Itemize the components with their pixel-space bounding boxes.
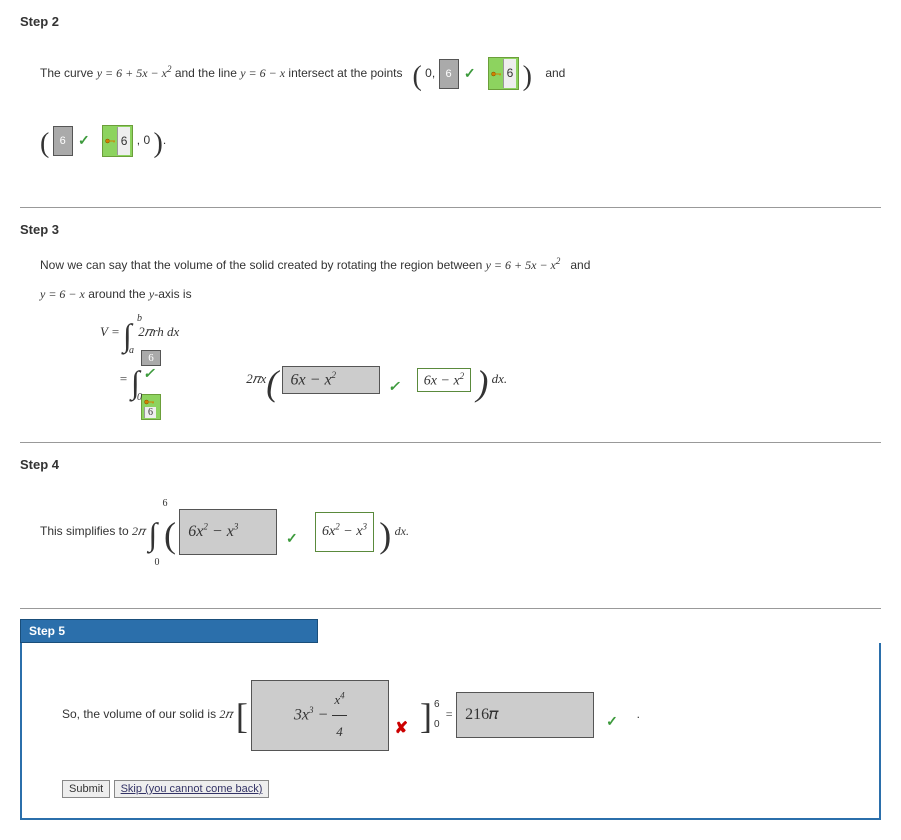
step-2-header: Step 2 [20, 10, 881, 33]
coeff: 2𝜋 [132, 524, 145, 538]
coeff: 2𝜋 [219, 707, 232, 721]
step-2: Step 2 The curve y = 6 + 5x − x2 and the… [20, 10, 881, 197]
paren-open: ( [40, 128, 49, 159]
integrand-input[interactable]: 6x − x2 [282, 366, 380, 393]
step-4-header: Step 4 [20, 453, 881, 476]
equation-line: y = 6 − x [240, 66, 285, 80]
bracket-close: ] [420, 696, 432, 736]
step-3-body: Now we can say that the volume of the so… [20, 251, 881, 309]
V-equals: V = [100, 324, 123, 339]
point1-y-input[interactable]: 6 [439, 59, 459, 89]
equation: y = 6 − x [40, 287, 85, 301]
simplified-answer: 6x2 − x3 [315, 512, 374, 552]
coeff: 2𝜋x [246, 371, 266, 386]
and-text: and [545, 66, 565, 80]
fraction: x44 [332, 684, 346, 747]
key-answer: 6 [488, 57, 520, 90]
key-icon [105, 136, 117, 146]
integrand-answer: 6x − x2 [417, 368, 471, 393]
point2-x-input[interactable]: 6 [53, 126, 73, 156]
text: So, the volume of our solid is [62, 707, 219, 721]
check-icon: ✓ [464, 57, 476, 91]
divider [20, 442, 881, 443]
dx: dx. [492, 371, 508, 386]
text: This simplifies to [40, 524, 132, 538]
integrand: 2𝜋rh dx [138, 324, 179, 339]
text: Now we can say that the volume of the so… [40, 258, 486, 272]
volume-formula-1: V = ∫ba 2𝜋rh dx [20, 317, 881, 354]
key-icon [491, 69, 503, 79]
step-3: Step 3 Now we can say that the volume of… [20, 218, 881, 432]
step-5-box: So, the volume of our solid is 2𝜋 [ 3x3 … [20, 643, 881, 819]
equals: = [442, 707, 456, 721]
key-answer: 6 [102, 125, 134, 158]
volume-formula-2: = ∫ 6 ✓ 6 0 2𝜋x( 6x − x2 ✓ 6x − x2 ) dx. [20, 362, 881, 404]
antiderivative-input[interactable]: 3x3 − x44 [251, 680, 389, 751]
text: intersect at the points [288, 66, 405, 80]
x-icon: ✘ [395, 710, 408, 748]
dx: dx. [395, 524, 409, 538]
upper-limit-input[interactable]: 6 [141, 350, 161, 366]
bracket-open: [ [236, 696, 248, 736]
step-2-body: The curve y = 6 + 5x − x2 and the line y… [20, 43, 881, 177]
integral-icon: ∫ba [123, 317, 132, 354]
paren-open: ( [164, 515, 176, 555]
point1-x: 0, [425, 66, 435, 80]
result-input[interactable]: 216𝜋 [456, 692, 594, 738]
equation: y = 6 + 5x − x2 [486, 258, 561, 272]
text: and [567, 258, 590, 272]
integral-icon: ∫60 [149, 496, 158, 573]
button-row: Submit Skip (you cannot come back) [42, 780, 859, 798]
point2-y: , 0 [137, 133, 150, 147]
check-icon: ✓ [143, 366, 155, 383]
submit-button[interactable]: Submit [62, 780, 110, 798]
paren-close: ) [523, 61, 532, 92]
check-icon: ✓ [606, 705, 618, 739]
paren-close: ) [153, 128, 162, 159]
divider [20, 608, 881, 609]
check-icon: ✓ [286, 522, 298, 556]
paren-open: ( [266, 363, 278, 403]
key-answer: 6 [141, 394, 161, 420]
check-icon: ✓ [388, 379, 400, 396]
text: around the [88, 287, 149, 301]
step-5-body: So, the volume of our solid is 2𝜋 [ 3x3 … [42, 673, 859, 759]
step-5-header: Step 5 [20, 619, 318, 643]
step-5: Step 5 So, the volume of our solid is 2𝜋… [20, 619, 881, 819]
dot: . [637, 707, 640, 721]
step-4: Step 4 This simplifies to 2𝜋 ∫60 ( 6x2 −… [20, 453, 881, 598]
divider [20, 207, 881, 208]
key-icon [144, 397, 156, 407]
paren-close: ) [379, 515, 391, 555]
check-icon: ✓ [78, 124, 90, 158]
paren-open: ( [413, 61, 422, 92]
text: -axis is [154, 287, 191, 301]
step-4-body: This simplifies to 2𝜋 ∫60 ( 6x2 − x3 ✓ 6… [20, 492, 881, 578]
simplified-input[interactable]: 6x2 − x3 [179, 509, 277, 555]
skip-button[interactable]: Skip (you cannot come back) [114, 780, 270, 798]
equals: = [119, 371, 131, 386]
equation-curve: y = 6 + 5x − x2 [97, 66, 172, 80]
text: and the line [175, 66, 240, 80]
text: The curve [40, 66, 97, 80]
integral-icon: ∫ 6 ✓ 6 0 [131, 364, 140, 401]
paren-close: ) [476, 363, 488, 403]
step-3-header: Step 3 [20, 218, 881, 241]
